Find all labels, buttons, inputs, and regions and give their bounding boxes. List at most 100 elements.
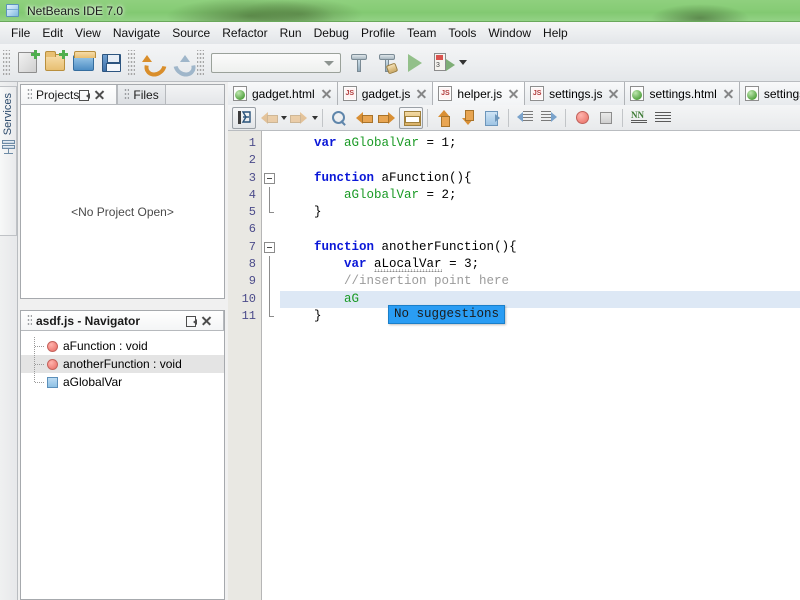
chevron-down-icon [324,60,334,66]
inspect-hierarchy-button[interactable] [651,107,675,129]
menu-item-debug[interactable]: Debug [308,24,355,42]
tab-label: settings.js [549,86,603,101]
clean-and-build-button[interactable] [373,49,401,77]
code-completion-popup[interactable]: No suggestions [388,304,506,324]
tab-settings-html[interactable]: settings.html [625,82,740,105]
variable-icon [47,376,58,388]
redo-button[interactable] [166,49,194,77]
new-file-button[interactable] [13,49,41,77]
tree-branch-icon [31,373,47,391]
shift-line-right-button[interactable] [537,107,561,129]
toggle-highlight-search-icon [403,111,421,126]
inspect-members-button[interactable] [627,107,651,129]
tab-files[interactable]: Files [117,85,166,104]
line-number: 9 [248,274,256,289]
find-next-button[interactable] [375,107,399,129]
menu-item-run[interactable]: Run [274,24,308,42]
code-folding-column[interactable] [262,131,280,600]
toolbar-separator [427,108,428,127]
menu-item-help[interactable]: Help [537,24,574,42]
toolbar-grip-edit[interactable] [128,49,135,76]
shift-line-left-button[interactable] [513,107,537,129]
toggle-highlight-search-button[interactable] [399,106,423,129]
tab-projects[interactable]: Projects [21,85,118,104]
open-project-button[interactable] [69,49,97,77]
build-project-button[interactable] [345,49,373,77]
toggle-bookmark-button[interactable] [232,106,256,129]
close-window-icon[interactable] [94,89,105,100]
fold-toggle-icon[interactable] [264,172,275,184]
stop-macro-recording-icon [600,111,612,124]
menu-item-team[interactable]: Team [401,24,442,42]
code-editor[interactable]: 1 2 3 4 5 6 7 8 9 10 11 var aGlobalVar =… [228,131,800,600]
menu-item-view[interactable]: View [69,24,107,42]
find-selection-button[interactable] [327,107,351,129]
menu-item-source[interactable]: Source [166,24,216,42]
window-title-bar: NetBeans IDE 7.0 [0,0,800,22]
project-configuration-combo[interactable] [211,52,341,73]
minimize-window-icon[interactable] [79,89,91,101]
menu-item-file[interactable]: File [5,24,36,42]
menu-item-navigate[interactable]: Navigate [107,24,166,42]
tab-grip-icon [27,88,32,101]
save-all-button[interactable] [97,49,125,77]
left-dock-strip: Services [0,82,18,600]
fold-stem [269,290,270,308]
start-macro-recording-icon [575,111,589,124]
tab-settings-js[interactable]: settings.js [525,82,626,105]
menu-item-edit[interactable]: Edit [36,24,69,42]
function-icon [47,340,58,352]
start-macro-recording-button[interactable] [570,107,594,129]
stop-macro-recording-button[interactable] [594,107,618,129]
previous-bookmark-button[interactable] [256,107,280,129]
debug-project-button[interactable]: 3 [429,49,457,77]
undo-button[interactable] [138,49,166,77]
toolbar-grip-build[interactable] [197,49,204,76]
tab-settings-htm-truncated[interactable]: settings.htm [739,82,800,105]
menu-item-profile[interactable]: Profile [355,24,401,42]
html-file-icon [744,86,759,101]
close-window-icon[interactable] [201,315,212,326]
projects-panel-body[interactable]: <No Project Open> [21,105,224,298]
close-tab-icon[interactable] [321,88,332,99]
new-project-button[interactable] [41,49,69,77]
fold-toggle-icon[interactable] [264,241,275,253]
run-project-button[interactable] [401,49,429,77]
next-bookmark-button[interactable] [287,107,311,129]
tab-navigator[interactable]: asdf.js - Navigator [21,311,224,330]
services-icon [1,140,15,155]
list-item[interactable]: aGlobalVar [21,373,224,391]
previous-error-button[interactable] [432,107,456,129]
close-tab-icon[interactable] [608,88,619,99]
inspect-hierarchy-icon [655,112,671,123]
list-item[interactable]: anotherFunction : void [21,355,224,373]
code-text-area[interactable]: var aGlobalVar = 1; function aFunction()… [280,131,800,600]
fold-end-icon [269,204,274,214]
line-number: 11 [241,308,256,323]
list-item[interactable]: aFunction : void [21,337,224,355]
shift-line-left-icon [517,111,533,124]
sidebar-item-services[interactable]: Services [0,86,17,236]
tab-label: helper.js [457,86,503,101]
close-tab-icon[interactable] [508,88,519,99]
tab-helper-js[interactable]: helper.js [433,82,526,105]
menu-item-window[interactable]: Window [482,24,537,42]
new-file-icon [17,50,40,73]
close-tab-icon[interactable] [723,88,734,99]
debug-dropdown-caret-icon[interactable] [459,60,467,65]
tab-grip-icon [27,314,32,327]
close-tab-icon[interactable] [416,88,427,99]
tab-gadget-js[interactable]: gadget.js [337,82,434,105]
find-previous-button[interactable] [351,107,375,129]
tab-gadget-html[interactable]: gadget.html [228,82,338,105]
toolbar-grip-file[interactable] [3,49,10,76]
last-edit-icon [484,111,500,126]
menu-item-tools[interactable]: Tools [442,24,482,42]
menu-item-refactor[interactable]: Refactor [216,24,273,42]
next-error-button[interactable] [456,107,480,129]
minimize-window-icon[interactable] [186,315,197,327]
next-bookmark-dropdown-icon[interactable] [312,115,318,120]
last-edit-button[interactable] [480,107,504,129]
tab-projects-label: Projects [36,87,80,102]
code-line-10: aG [280,290,800,308]
